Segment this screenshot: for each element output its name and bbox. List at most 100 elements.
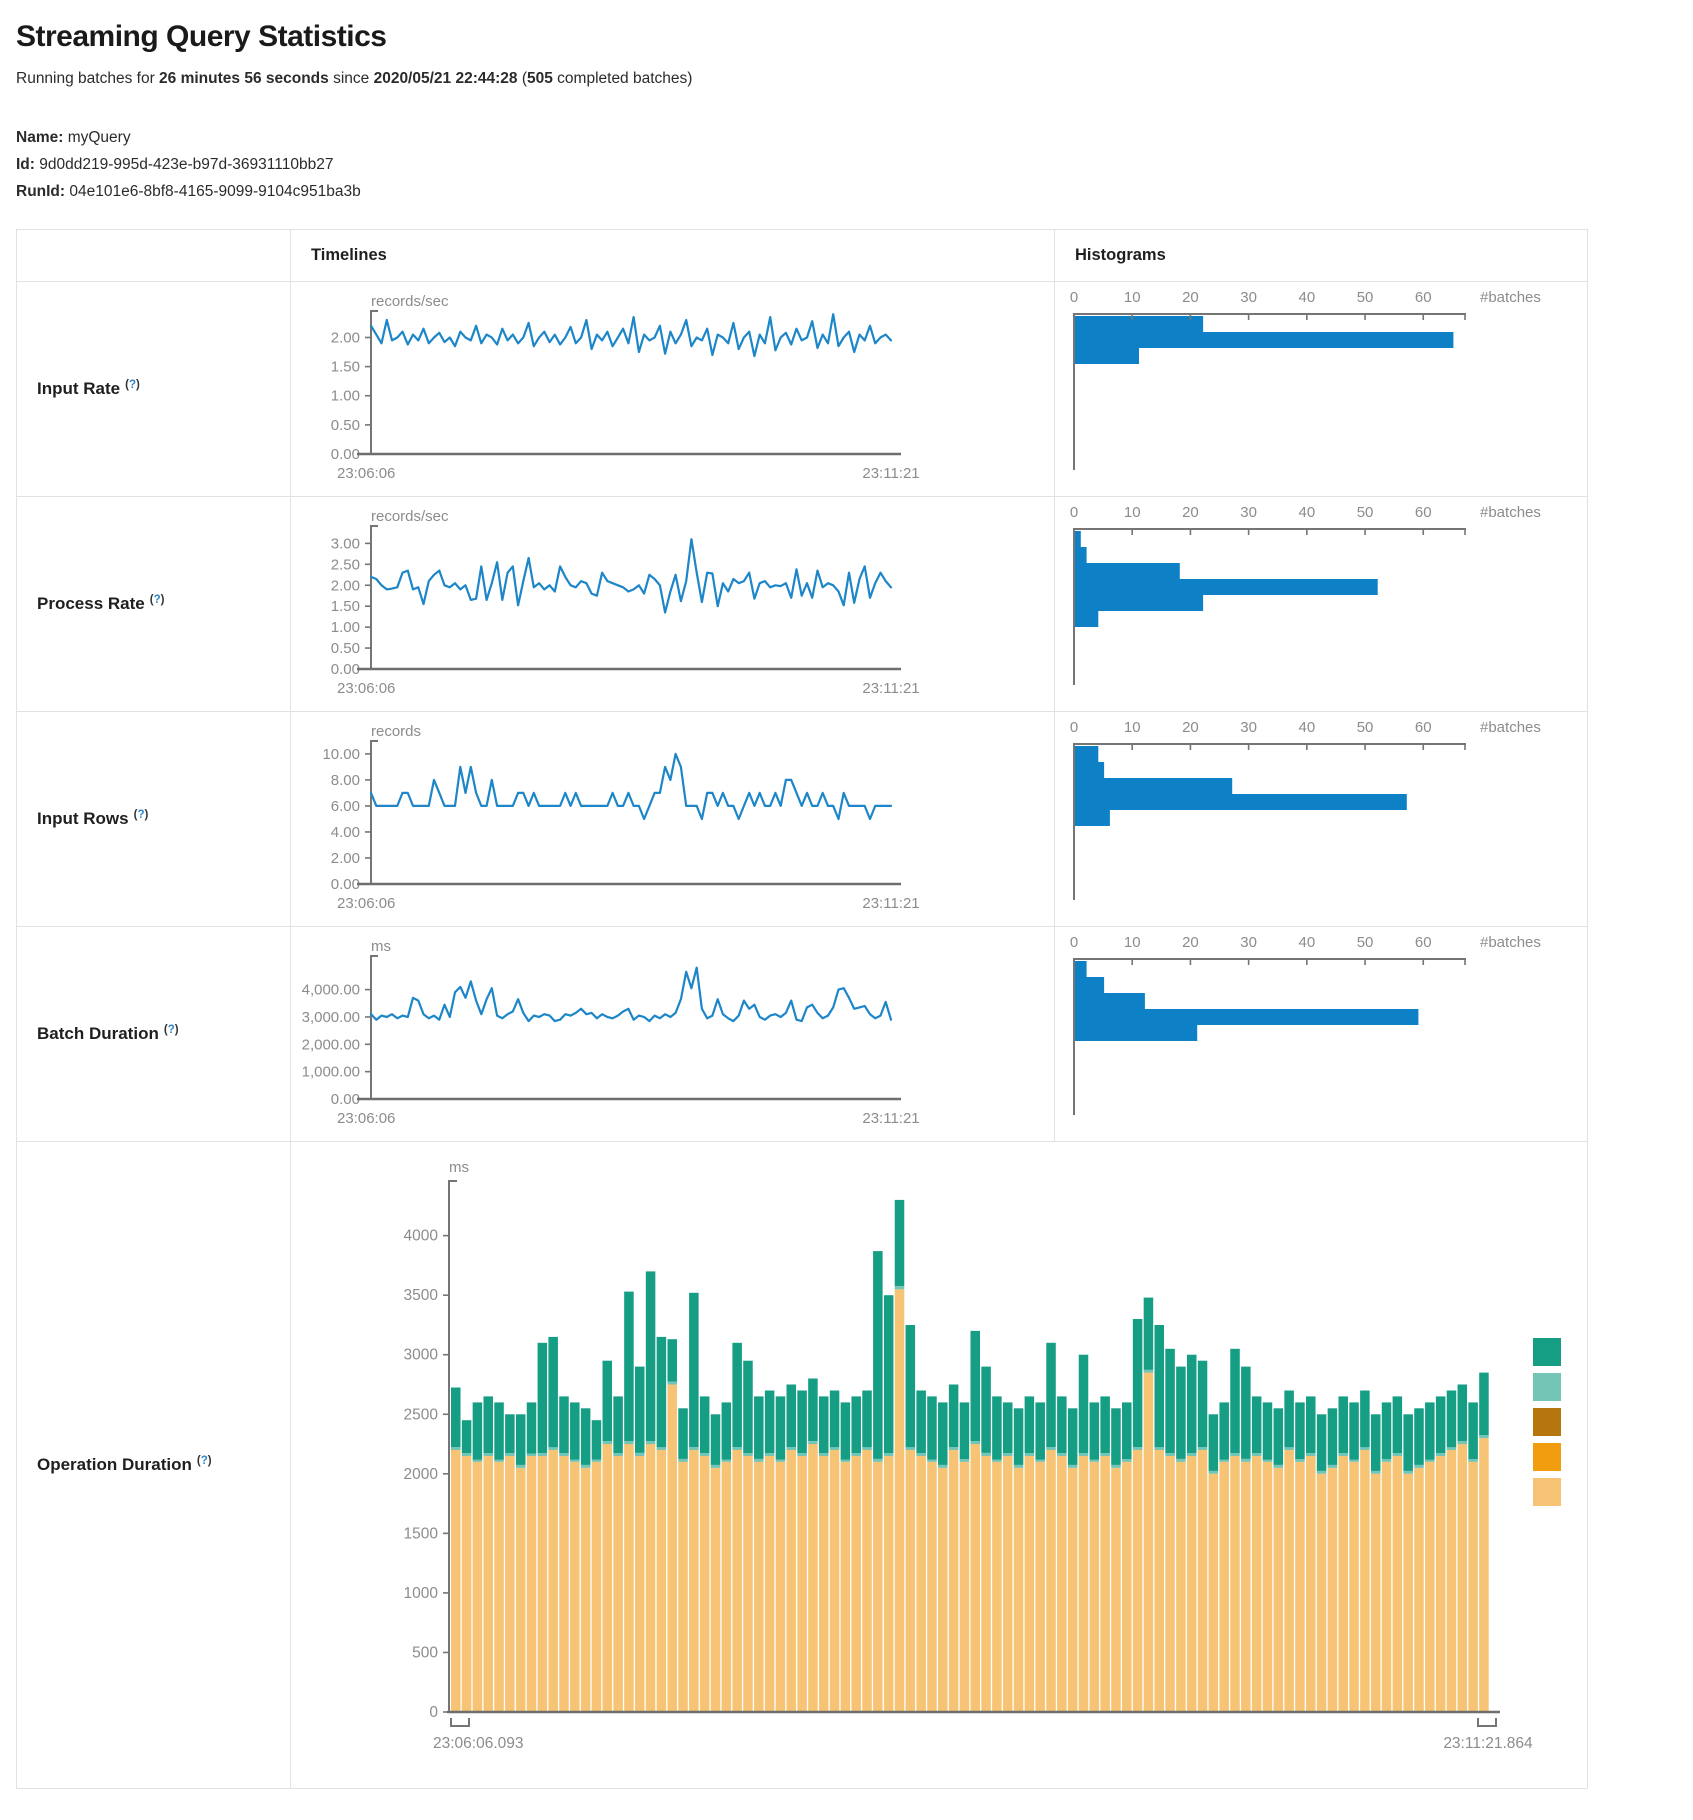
svg-text:6.00: 6.00 <box>331 798 360 815</box>
operation-duration-chart[interactable]: ms4000350030002500200015001000500023:06:… <box>291 1142 1587 1788</box>
input-rate-histogram-chart[interactable]: 0102030405060#batches <box>1055 282 1587 497</box>
operation_duration-svg: ms4000350030002500200015001000500023:06:… <box>349 1152 1587 1784</box>
svg-text:8.00: 8.00 <box>331 772 360 789</box>
input-rate-timeline-chart[interactable]: records/sec2.001.501.000.500.0023:06:062… <box>291 282 1055 497</box>
svg-text:40: 40 <box>1298 504 1315 521</box>
input-rows-label: Input Rows <box>37 809 129 829</box>
row-label-input-rows: Input Rows (?) <box>17 712 291 927</box>
svg-text:ms: ms <box>449 1159 469 1176</box>
svg-text:23:06:06: 23:06:06 <box>337 895 395 912</box>
svg-text:2.00: 2.00 <box>331 329 360 346</box>
svg-text:0.00: 0.00 <box>331 661 360 678</box>
svg-text:0.50: 0.50 <box>331 417 360 434</box>
svg-text:2.50: 2.50 <box>331 556 360 573</box>
name-value: myQuery <box>63 129 130 146</box>
header-timelines: Timelines <box>291 230 1055 282</box>
svg-text:0.50: 0.50 <box>331 640 360 657</box>
query-runid-line: RunId: 04e101e6-8bf8-4165-9099-9104c951b… <box>16 178 1677 205</box>
svg-text:40: 40 <box>1298 719 1315 736</box>
svg-text:0: 0 <box>1070 934 1078 951</box>
svg-text:30: 30 <box>1240 934 1257 951</box>
paren-open: ( <box>518 70 527 87</box>
svg-text:23:11:21.864: 23:11:21.864 <box>1443 1735 1533 1752</box>
input-rows-help-icon[interactable]: (?) <box>134 809 149 821</box>
svg-text:#batches: #batches <box>1480 934 1541 951</box>
legend-swatch-teal <box>1533 1338 1561 1366</box>
legend-swatch-light-orange <box>1533 1478 1561 1506</box>
svg-text:0: 0 <box>1070 289 1078 306</box>
header-empty-cell <box>17 230 291 282</box>
svg-text:#batches: #batches <box>1480 719 1541 736</box>
svg-text:3500: 3500 <box>404 1287 439 1304</box>
svg-text:50: 50 <box>1357 719 1374 736</box>
batches-count: 505 <box>527 70 553 87</box>
svg-text:records/sec: records/sec <box>371 508 449 525</box>
batch-duration-histogram-chart[interactable]: 0102030405060#batches <box>1055 927 1587 1142</box>
operation-duration-help-icon[interactable]: (?) <box>197 1455 212 1467</box>
batch-duration-help-icon[interactable]: (?) <box>164 1024 179 1036</box>
input-rate-label: Input Rate <box>37 379 120 399</box>
process-rate-label: Process Rate <box>37 594 145 614</box>
svg-text:20: 20 <box>1182 289 1199 306</box>
svg-text:3000: 3000 <box>404 1347 439 1364</box>
page-title: Streaming Query Statistics <box>16 20 1677 54</box>
query-name-line: Name: myQuery <box>16 124 1677 151</box>
process_rate_histogram-svg: 0102030405060#batches <box>1059 499 1579 712</box>
svg-text:2000: 2000 <box>404 1466 439 1483</box>
input-rows-timeline-chart[interactable]: records10.008.006.004.002.000.0023:06:06… <box>291 712 1055 927</box>
svg-text:0: 0 <box>1070 504 1078 521</box>
svg-text:#batches: #batches <box>1480 504 1541 521</box>
svg-text:23:06:06: 23:06:06 <box>337 465 395 482</box>
svg-text:10: 10 <box>1124 719 1141 736</box>
svg-text:50: 50 <box>1357 934 1374 951</box>
svg-text:10: 10 <box>1124 289 1141 306</box>
svg-text:20: 20 <box>1182 934 1199 951</box>
input-rows-histogram-chart[interactable]: 0102030405060#batches <box>1055 712 1587 927</box>
svg-text:1500: 1500 <box>404 1525 439 1542</box>
legend-swatch-light-teal <box>1533 1373 1561 1401</box>
svg-text:40: 40 <box>1298 934 1315 951</box>
since-text: since <box>329 70 374 87</box>
svg-text:40: 40 <box>1298 289 1315 306</box>
input_rate_histogram-svg: 0102030405060#batches <box>1059 284 1579 497</box>
svg-text:2.00: 2.00 <box>331 577 360 594</box>
operation-duration-legend <box>1533 1338 1561 1513</box>
svg-text:1.00: 1.00 <box>331 619 360 636</box>
svg-text:2.00: 2.00 <box>331 850 360 867</box>
svg-text:30: 30 <box>1240 289 1257 306</box>
process-rate-histogram-chart[interactable]: 0102030405060#batches <box>1055 497 1587 712</box>
operation-duration-label: Operation Duration <box>37 1455 192 1475</box>
batch-duration-timeline-chart[interactable]: ms4,000.003,000.002,000.001,000.000.0023… <box>291 927 1055 1142</box>
svg-text:2500: 2500 <box>404 1406 439 1423</box>
header-histograms: Histograms <box>1055 230 1587 282</box>
runid-value: 04e101e6-8bf8-4165-9099-9104c951ba3b <box>65 183 361 200</box>
svg-text:ms: ms <box>371 938 391 955</box>
query-id-line: Id: 9d0dd219-995d-423e-b97d-36931110bb27 <box>16 151 1677 178</box>
svg-text:0: 0 <box>429 1704 438 1721</box>
svg-text:#batches: #batches <box>1480 289 1541 306</box>
row-label-batch-duration: Batch Duration (?) <box>17 927 291 1142</box>
input_rows_histogram-svg: 0102030405060#batches <box>1059 714 1579 927</box>
runid-label: RunId: <box>16 183 65 200</box>
input_rows_timeline-svg: records10.008.006.004.002.000.0023:06:06… <box>291 714 951 927</box>
running-prefix: Running batches for <box>16 70 159 87</box>
svg-text:60: 60 <box>1415 289 1432 306</box>
svg-text:1000: 1000 <box>404 1585 439 1602</box>
legend-swatch-orange <box>1533 1443 1561 1471</box>
svg-text:23:11:21: 23:11:21 <box>862 465 919 482</box>
svg-text:23:06:06: 23:06:06 <box>337 680 395 697</box>
running-batches-summary: Running batches for 26 minutes 56 second… <box>16 70 1677 88</box>
svg-text:3.00: 3.00 <box>331 535 360 552</box>
svg-text:0.00: 0.00 <box>331 1091 360 1108</box>
svg-text:3,000.00: 3,000.00 <box>302 1009 360 1026</box>
svg-text:0: 0 <box>1070 719 1078 736</box>
process-rate-help-icon[interactable]: (?) <box>150 594 165 606</box>
process-rate-timeline-chart[interactable]: records/sec3.002.502.001.501.000.500.002… <box>291 497 1055 712</box>
start-time: 2020/05/21 22:44:28 <box>374 70 518 87</box>
input-rate-help-icon[interactable]: (?) <box>125 379 140 391</box>
svg-text:4000: 4000 <box>404 1228 439 1245</box>
batch-duration-label: Batch Duration <box>37 1024 159 1044</box>
input_rate_timeline-svg: records/sec2.001.501.000.500.0023:06:062… <box>291 284 951 497</box>
row-label-input-rate: Input Rate (?) <box>17 282 291 497</box>
svg-text:23:11:21: 23:11:21 <box>862 895 919 912</box>
